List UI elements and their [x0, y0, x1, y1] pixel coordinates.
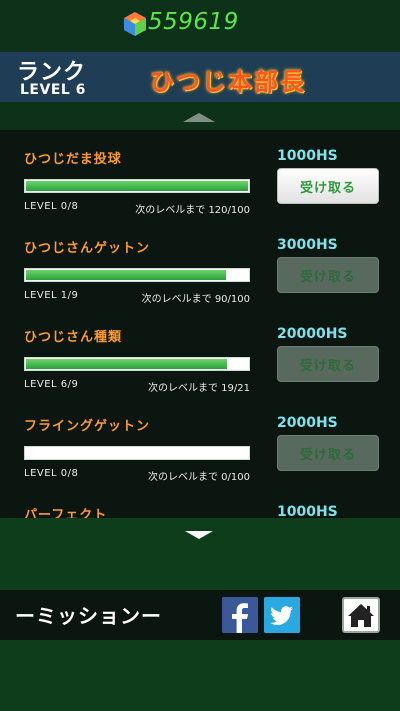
- mission-level: LEVEL 0/8: [24, 201, 79, 212]
- claim-button[interactable]: 受け取る: [277, 257, 379, 293]
- gem-count: 559619: [148, 9, 239, 35]
- progress-fill: [26, 359, 227, 369]
- next-level-progress: 次のレベルまで 120/100: [135, 205, 250, 216]
- mission-item: ひつじだま投球 1000HS LEVEL 0/8 次のレベルまで 120/100…: [0, 130, 400, 220]
- next-level-progress: 次のレベルまで 0/100: [148, 472, 250, 483]
- mission-reward: 1000HS: [277, 148, 338, 164]
- mission-name: フライングゲットン: [24, 419, 151, 434]
- progress-fill: [26, 181, 248, 191]
- mission-item: ひつじさん種類 20000HS LEVEL 6/9 次のレベルまで 19/21 …: [0, 308, 400, 398]
- claim-button[interactable]: 受け取る: [277, 168, 379, 204]
- mission-name: ひつじさん種類: [24, 330, 123, 345]
- progress-fill: [26, 270, 226, 280]
- mission-reward: 3000HS: [277, 237, 338, 253]
- progress-bar: [24, 446, 250, 460]
- next-level-progress: 次のレベルまで 19/21: [148, 383, 250, 394]
- mission-name: ひつじさんゲットン: [24, 241, 151, 256]
- home-button[interactable]: [342, 597, 380, 633]
- progress-bar: [24, 268, 250, 282]
- mission-screen-title: ーミッションー: [15, 604, 162, 628]
- arrow-up-icon[interactable]: [183, 113, 215, 122]
- rank-title: ひつじ本部長: [150, 68, 306, 96]
- progress-bar: [24, 357, 250, 371]
- scroll-down-area: [0, 518, 400, 590]
- twitter-icon[interactable]: [264, 597, 300, 633]
- gem-icon: [124, 12, 146, 36]
- mission-reward: 1000HS: [277, 504, 338, 518]
- mission-item: ひつじさんゲットン 3000HS LEVEL 1/9 次のレベルまで 90/10…: [0, 219, 400, 309]
- mission-level: LEVEL 1/9: [24, 290, 79, 301]
- mission-name: パーフェクト: [24, 508, 108, 518]
- progress-bar: [24, 179, 250, 193]
- mission-item: パーフェクト 1000HS: [0, 486, 400, 518]
- facebook-icon[interactable]: [222, 597, 258, 633]
- rank-level: LEVEL 6: [20, 82, 86, 98]
- mission-name: ひつじだま投球: [24, 152, 122, 167]
- arrow-down-icon[interactable]: [185, 531, 213, 539]
- mission-list[interactable]: ひつじだま投球 1000HS LEVEL 0/8 次のレベルまで 120/100…: [0, 130, 400, 518]
- mission-level: LEVEL 6/9: [24, 379, 79, 390]
- next-level-progress: 次のレベルまで 90/100: [141, 294, 250, 305]
- mission-reward: 2000HS: [277, 415, 338, 431]
- mission-item: フライングゲットン 2000HS LEVEL 0/8 次のレベルまで 0/100…: [0, 397, 400, 487]
- mission-level: LEVEL 0/8: [24, 468, 79, 479]
- claim-button[interactable]: 受け取る: [277, 346, 379, 382]
- claim-button[interactable]: 受け取る: [277, 435, 379, 471]
- home-icon: [348, 604, 374, 627]
- mission-reward: 20000HS: [277, 326, 348, 342]
